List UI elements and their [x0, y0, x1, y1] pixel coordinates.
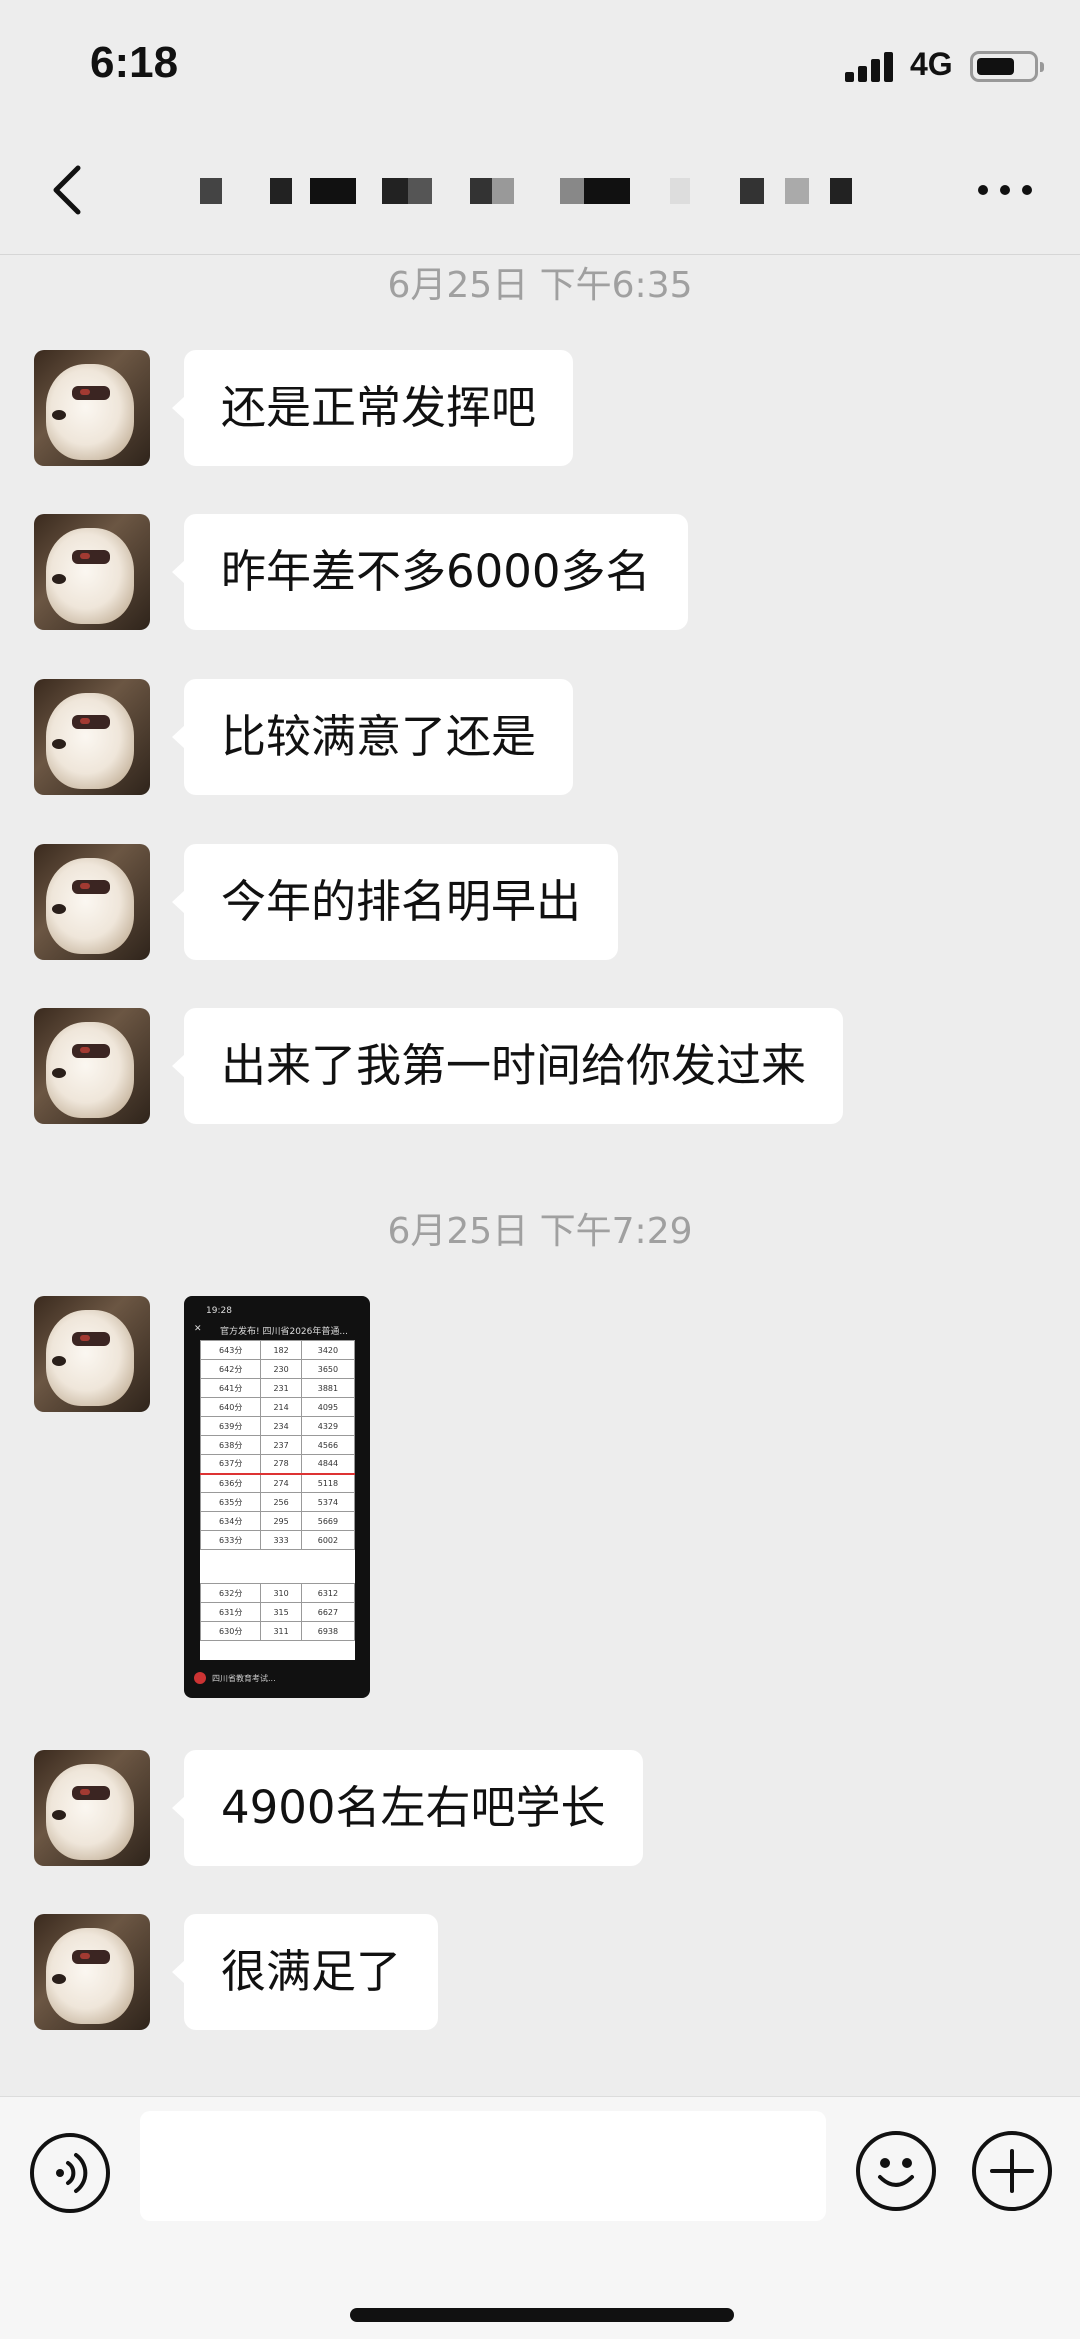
status-bar: 6:18 4G — [0, 0, 1080, 130]
table-cell: 632分 — [199, 1583, 262, 1603]
table-cell: 637分 — [199, 1454, 262, 1474]
table-row: 631分 315 6627 — [199, 1602, 356, 1622]
table-cell: 4566 — [300, 1435, 356, 1455]
image-message[interactable]: 19:28 ✕ 官方发布! 四川省2026年普通... 643分 182 3420 6… — [184, 1296, 370, 1698]
input-bar — [0, 2096, 1080, 2339]
table-cell: 3650 — [300, 1359, 356, 1379]
table-row: 636分 274 5118 — [199, 1473, 356, 1493]
message-bubble[interactable]: 出来了我第一时间给你发过来 — [171, 1008, 844, 1124]
table-cell: 234 — [260, 1416, 302, 1436]
table-row: 641分 231 3881 — [199, 1378, 356, 1398]
table-cell: 642分 — [199, 1359, 262, 1379]
avatar[interactable] — [34, 1914, 150, 2030]
back-arrow-icon[interactable] — [40, 160, 100, 220]
table-cell: 230 — [260, 1359, 302, 1379]
table-cell: 278 — [260, 1454, 302, 1474]
screenshot-footer-text: 四川省教育考试... — [212, 1674, 276, 1683]
network-type: 4G — [910, 46, 953, 82]
screenshot-topbar: 19:28 ✕ 官方发布! 四川省2026年普通... — [184, 1296, 370, 1340]
table-cell: 237 — [260, 1435, 302, 1455]
screenshot-time: 19:28 — [206, 1306, 232, 1316]
table-row: 637分 278 4844 — [199, 1454, 356, 1474]
message-bubble[interactable]: 昨年差不多6000多名 — [172, 514, 688, 630]
table-row: 640分 214 4095 — [199, 1397, 356, 1417]
table-cell: 643分 — [199, 1340, 262, 1360]
avatar[interactable] — [34, 1008, 150, 1124]
avatar[interactable] — [34, 844, 150, 960]
table-cell: 635分 — [199, 1492, 262, 1512]
table-cell: 182 — [260, 1340, 302, 1360]
table-cell: 639分 — [199, 1416, 262, 1436]
table-cell: 256 — [260, 1492, 302, 1512]
more-options-icon[interactable] — [970, 165, 1040, 215]
table-gap — [201, 1550, 355, 1584]
table-row: 633分 333 6002 — [199, 1530, 356, 1550]
plus-icon[interactable] — [972, 2131, 1052, 2211]
chat-title-redacted — [200, 170, 880, 210]
table-row: 635分 256 5374 — [199, 1492, 356, 1512]
table-cell: 6938 — [300, 1621, 356, 1641]
message-bubble[interactable]: 很满足了 — [171, 1914, 439, 2030]
timestamp: 6月25日 下午6:35 — [387, 265, 693, 306]
table-cell: 231 — [260, 1378, 302, 1398]
account-logo-icon — [194, 1672, 206, 1684]
table-cell: 3420 — [300, 1340, 356, 1360]
table-cell: 274 — [260, 1473, 302, 1493]
table-cell: 630分 — [199, 1621, 262, 1641]
table-cell: 6627 — [300, 1602, 356, 1622]
table-cell: 4095 — [300, 1397, 356, 1417]
screenshot-title: 官方发布! 四川省2026年普通... — [220, 1327, 348, 1337]
message-bubble[interactable]: 今年的排名明早出 — [171, 844, 619, 960]
table-cell: 633分 — [199, 1530, 262, 1550]
avatar[interactable] — [34, 514, 150, 630]
table-row: 642分 230 3650 — [199, 1359, 356, 1379]
table-cell: 311 — [260, 1621, 302, 1641]
table-cell: 634分 — [199, 1511, 262, 1531]
table-row: 638分 237 4566 — [199, 1435, 356, 1455]
table-cell: 641分 — [199, 1378, 262, 1398]
table-cell: 4844 — [300, 1454, 356, 1474]
table-cell: 4329 — [300, 1416, 356, 1436]
table-cell: 631分 — [199, 1602, 262, 1622]
chat-header — [0, 130, 1080, 255]
table-cell: 3881 — [300, 1378, 356, 1398]
message-bubble[interactable]: 比较满意了还是 — [171, 679, 574, 795]
message-bubble[interactable]: 4900名左右吧学长 — [172, 1750, 643, 1866]
table-row: 632分 310 6312 — [199, 1583, 356, 1603]
table-cell: 315 — [260, 1602, 302, 1622]
avatar[interactable] — [34, 350, 150, 466]
message-bubble[interactable]: 还是正常发挥吧 — [171, 350, 574, 466]
table-cell: 295 — [260, 1511, 302, 1531]
signal-icon — [845, 50, 899, 82]
table-cell: 5669 — [300, 1511, 356, 1531]
avatar[interactable] — [34, 1296, 150, 1412]
table-cell: 310 — [260, 1583, 302, 1603]
home-indicator — [350, 2308, 734, 2322]
screenshot-table: 643分 182 3420 642分 230 3650 641分 231 3881 640分 214… — [199, 1340, 356, 1660]
screenshot-footer: 四川省教育考试... — [184, 1660, 370, 1698]
voice-input-icon[interactable] — [30, 2133, 110, 2213]
table-row: 643分 182 3420 — [199, 1340, 356, 1360]
table-cell: 333 — [260, 1530, 302, 1550]
battery-icon — [970, 51, 1044, 82]
avatar[interactable] — [34, 1750, 150, 1866]
message-list[interactable]: 6月25日 下午6:35 还是正常发挥吧 昨年差不多6000多名 比较满意了还是… — [0, 256, 1080, 2096]
table-cell: 5374 — [300, 1492, 356, 1512]
table-row: 639分 234 4329 — [199, 1416, 356, 1436]
message-input[interactable] — [140, 2111, 826, 2221]
table-cell: 636分 — [199, 1473, 262, 1493]
table-cell: 6002 — [300, 1530, 356, 1550]
table-cell: 638分 — [199, 1435, 262, 1455]
timestamp: 6月25日 下午7:29 — [387, 1211, 693, 1252]
close-icon: ✕ — [194, 1324, 202, 1334]
table-cell: 214 — [260, 1397, 302, 1417]
status-time: 6:18 — [90, 38, 179, 87]
table-cell: 640分 — [199, 1397, 262, 1417]
table-row: 634分 295 5669 — [199, 1511, 356, 1531]
table-cell: 6312 — [300, 1583, 356, 1603]
table-row: 630分 311 6938 — [199, 1621, 356, 1641]
table-cell: 5118 — [300, 1473, 356, 1493]
avatar[interactable] — [34, 679, 150, 795]
emoji-icon[interactable] — [856, 2131, 936, 2211]
